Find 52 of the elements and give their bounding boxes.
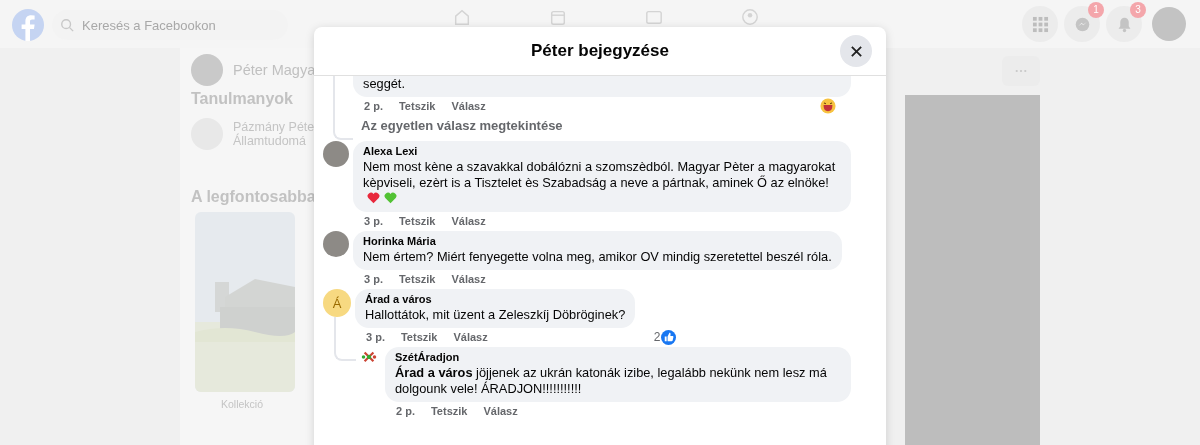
more-button[interactable] bbox=[1002, 56, 1040, 86]
avatar bbox=[191, 54, 223, 86]
comment-action-link[interactable]: Tetszik bbox=[398, 215, 436, 227]
comment-time: 2 p. bbox=[396, 405, 415, 417]
facebook-logo-icon[interactable] bbox=[12, 9, 44, 41]
comment-author[interactable]: Horinka Mária bbox=[363, 235, 832, 247]
comment-action-link[interactable]: Válasz bbox=[451, 273, 486, 285]
comment-action-link[interactable]: Válasz bbox=[451, 215, 486, 227]
comment-text: Nem értem? Miért fenyegette volna meg, amikor OV mindig szeretettel beszél róla. bbox=[363, 249, 832, 265]
notification-count: 3 bbox=[1130, 2, 1146, 18]
avatar bbox=[323, 141, 349, 167]
notification-count: 1 bbox=[1088, 2, 1104, 18]
comment-text: Nem most kène a szavakkal dobálózni a szomszèdból. Magyar Pèter a magyarokat kèpviseli, ezèrt is a Tisztelet ès Szabadság a neve a pártnak, aminek Ő az elnöke! bbox=[363, 159, 841, 207]
close-icon bbox=[849, 44, 863, 58]
groups-icon[interactable] bbox=[741, 8, 759, 26]
comment-author[interactable]: Árad a város bbox=[365, 293, 626, 305]
comment-author[interactable]: Alexa Lexi bbox=[363, 145, 841, 157]
comment-action-link[interactable]: Válasz bbox=[453, 331, 488, 343]
home-icon[interactable] bbox=[453, 8, 471, 26]
comment-action-link[interactable]: Válasz bbox=[483, 405, 518, 417]
comment-time: 3 p. bbox=[364, 273, 383, 285]
shop-icon[interactable] bbox=[549, 8, 567, 26]
notifications-button[interactable] bbox=[1106, 6, 1142, 42]
comment-time: 2 p. bbox=[364, 100, 383, 112]
comment-action-link[interactable]: Tetszik bbox=[430, 405, 468, 417]
dialog-title: Péter bejegyzése bbox=[531, 41, 669, 61]
menu-button[interactable] bbox=[1022, 6, 1058, 42]
comment-time: 3 p. bbox=[366, 331, 385, 343]
grid-icon bbox=[1031, 15, 1049, 33]
laughing-emoji-icon bbox=[820, 98, 836, 114]
comment-author[interactable]: SzétÁradjon bbox=[395, 351, 841, 363]
close-button[interactable] bbox=[840, 35, 872, 67]
avatar bbox=[323, 231, 349, 257]
search-icon bbox=[60, 18, 74, 32]
comment-action-link[interactable]: Válasz bbox=[451, 100, 486, 112]
like-icon bbox=[661, 329, 677, 345]
comment-time: 3 p. bbox=[364, 215, 383, 227]
comment-action-link[interactable]: Tetszik bbox=[398, 273, 436, 285]
messenger-icon bbox=[1073, 15, 1091, 33]
like-count[interactable]: 2 bbox=[653, 330, 661, 344]
comment-text: Árad a város jöjjenek az ukrán katonák izibe, legalább nekünk nem lesz má dolgounk vele! ÁRADJON!!!!!!!!!!! bbox=[395, 365, 828, 397]
avatar: Á bbox=[323, 289, 351, 317]
messenger-button[interactable] bbox=[1064, 6, 1100, 42]
comment-text: seggét. bbox=[363, 76, 406, 92]
video-icon[interactable] bbox=[645, 8, 663, 26]
avatar[interactable] bbox=[1152, 7, 1186, 41]
comment-action-link[interactable]: Tetszik bbox=[400, 331, 438, 343]
search-field[interactable]: Keresés a Facebookon bbox=[80, 16, 274, 34]
comment-text: Hallottátok, mit üzent a Zeleszkíj Döbröginek? bbox=[365, 307, 626, 323]
thread-line bbox=[334, 317, 356, 361]
view-replies-link[interactable]: Az egyetlen válasz megtekintése bbox=[361, 118, 563, 133]
comment-action-link[interactable]: Tetszik bbox=[398, 100, 436, 112]
